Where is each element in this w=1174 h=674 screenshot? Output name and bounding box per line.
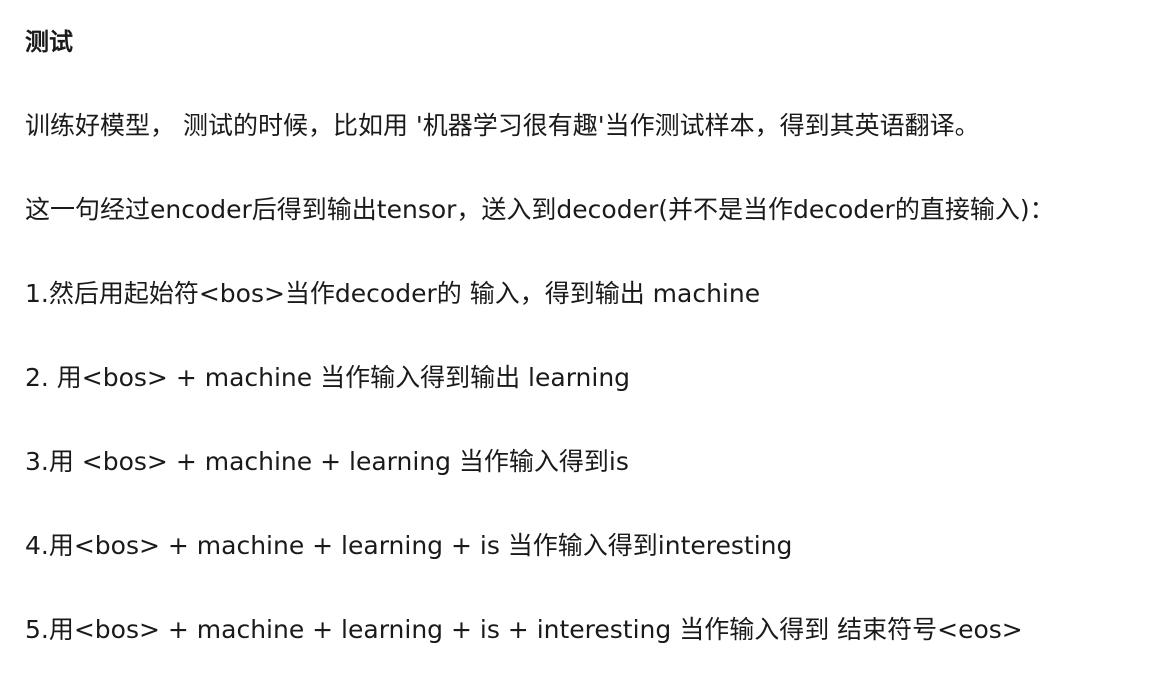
paragraph-encoder: 这一句经过encoder后得到输出tensor，送入到decoder(并不是当作… xyxy=(25,195,1055,224)
paragraph-intro: 训练好模型， 测试的时候，比如用 '机器学习很有趣'当作测试样本，得到其英语翻译… xyxy=(25,111,980,140)
step-3: 3.用 <bos> + machine + learning 当作输入得到is xyxy=(25,447,629,476)
step-1: 1.然后用起始符<bos>当作decoder的 输入，得到输出 machine xyxy=(25,279,761,308)
step-4: 4.用<bos> + machine + learning + is 当作输入得… xyxy=(25,531,793,560)
section-heading: 测试 xyxy=(25,28,73,56)
step-2: 2. 用<bos> + machine 当作输入得到输出 learning xyxy=(25,363,631,392)
step-5: 5.用<bos> + machine + learning + is + int… xyxy=(25,615,1023,644)
